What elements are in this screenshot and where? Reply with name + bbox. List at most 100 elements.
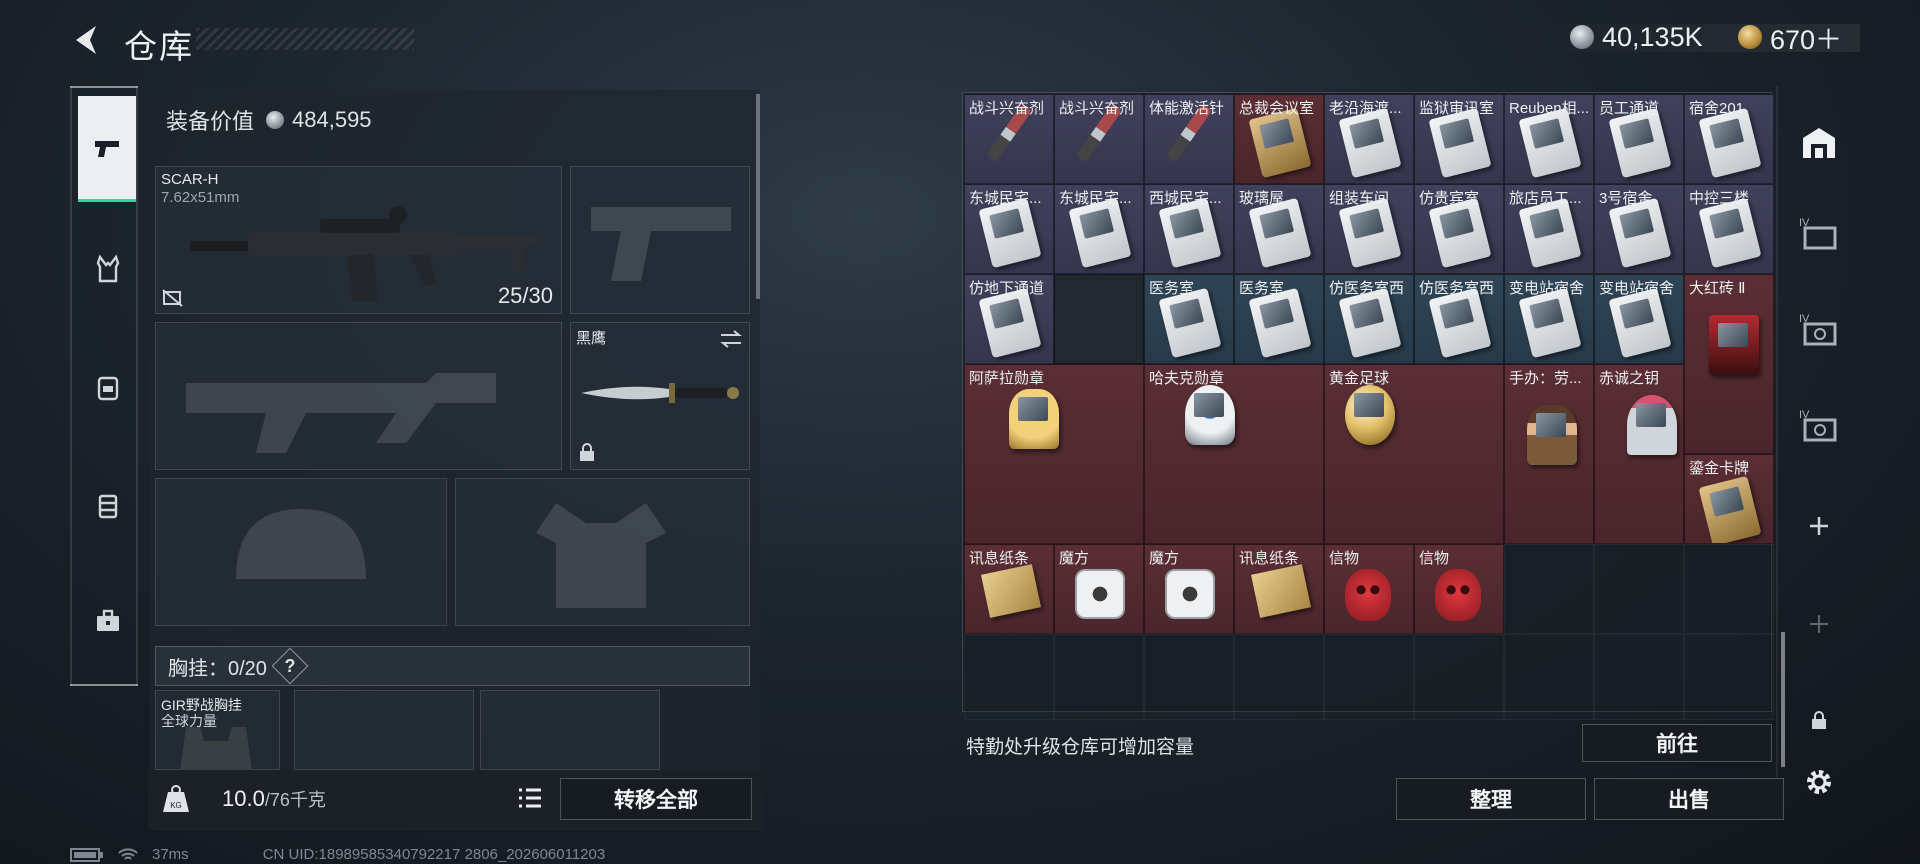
storage-item[interactable]: 仿地下通道 bbox=[964, 274, 1054, 364]
storage-item[interactable]: 魔方 bbox=[1144, 544, 1234, 634]
item-label: 讯息纸条 bbox=[1239, 550, 1300, 567]
item-label: 讯息纸条 bbox=[969, 550, 1030, 567]
storage-item[interactable]: 旅店员工... bbox=[1504, 184, 1594, 274]
lock-tab-icon[interactable] bbox=[1795, 696, 1843, 744]
primary-weapon-slot[interactable]: SCAR-H 7.62x51mm 25/30 bbox=[155, 166, 562, 314]
item-label: 西城民宅... bbox=[1149, 190, 1222, 207]
storage-scrollbar[interactable] bbox=[1781, 632, 1785, 767]
storage-item[interactable]: 信物 bbox=[1414, 544, 1504, 634]
back-arrow-icon[interactable] bbox=[68, 20, 108, 60]
help-icon: ? bbox=[284, 655, 296, 676]
empty-cell bbox=[1684, 544, 1774, 634]
storage-item[interactable]: 老沿海渡... bbox=[1324, 94, 1414, 184]
storage-expansion-3-icon[interactable]: IV bbox=[1795, 402, 1843, 450]
nav-container[interactable] bbox=[80, 474, 136, 536]
rig-pocket-1[interactable] bbox=[294, 690, 474, 770]
storage-item[interactable]: 赤诚之钥 bbox=[1594, 364, 1684, 544]
storage-item[interactable]: 讯息纸条 bbox=[964, 544, 1054, 634]
toolbox-icon bbox=[97, 609, 119, 631]
storage-item[interactable]: 鎏金卡牌 bbox=[1684, 454, 1774, 544]
melee-slot[interactable]: 黑鹰 bbox=[570, 322, 750, 470]
armor-slot[interactable] bbox=[455, 478, 750, 626]
storage-expansion-2-icon[interactable]: IV bbox=[1795, 306, 1843, 354]
storage-item[interactable]: 战斗兴奋剂 bbox=[964, 94, 1054, 184]
storage-item[interactable]: 哈夫克勋章 bbox=[1144, 364, 1324, 544]
wifi-icon bbox=[118, 847, 138, 860]
keycard-icon bbox=[1518, 197, 1582, 269]
settings-gear-icon[interactable] bbox=[1795, 758, 1843, 806]
storage-item[interactable]: 组装车间 bbox=[1324, 184, 1414, 274]
silver-coin-icon bbox=[266, 111, 285, 129]
storage-item[interactable]: 宿舍201 bbox=[1684, 94, 1774, 184]
storage-item[interactable]: 讯息纸条 bbox=[1234, 544, 1324, 634]
transfer-all-button[interactable]: 转移全部 bbox=[560, 778, 752, 820]
storage-item[interactable]: 变电站宿舍 bbox=[1594, 274, 1684, 364]
storage-item[interactable]: 医务室 bbox=[1144, 274, 1234, 364]
helmet-slot[interactable] bbox=[155, 478, 447, 626]
red-brick-item-icon bbox=[1709, 315, 1759, 375]
storage-item[interactable]: 中控三楼 bbox=[1684, 184, 1774, 274]
no-insurance-icon bbox=[162, 289, 183, 307]
storage-item[interactable]: 玻璃屋 bbox=[1234, 184, 1324, 274]
storage-item[interactable]: 员工通道 bbox=[1594, 94, 1684, 184]
storage-item[interactable]: 阿萨拉勋章 bbox=[964, 364, 1144, 544]
nav-armor[interactable] bbox=[80, 238, 136, 300]
keycard-icon bbox=[1248, 107, 1312, 179]
item-label: 仿医务室西 bbox=[1419, 280, 1495, 297]
storage-item[interactable]: 东城民宅... bbox=[964, 184, 1054, 274]
storage-expansion-1-icon[interactable]: IV bbox=[1795, 210, 1843, 258]
warehouse-tab-icon[interactable] bbox=[1795, 120, 1843, 168]
item-label: 变电站宿舍 bbox=[1509, 280, 1585, 297]
storage-item[interactable]: 变电站宿舍 bbox=[1504, 274, 1594, 364]
storage-item[interactable]: 魔方 bbox=[1054, 544, 1144, 634]
gold-currency[interactable]: 670＋ bbox=[1738, 20, 1843, 55]
sort-button[interactable]: 整理 bbox=[1396, 778, 1586, 820]
gold-amount: 670＋ bbox=[1770, 24, 1843, 55]
storage-item[interactable]: 仿医务室西 bbox=[1324, 274, 1414, 364]
empty-cell bbox=[1504, 544, 1594, 634]
add-tab-icon[interactable] bbox=[1795, 502, 1843, 550]
list-icon[interactable] bbox=[516, 786, 544, 810]
silver-currency: 40,135K bbox=[1570, 20, 1703, 54]
storage-item[interactable]: 战斗兴奋剂 bbox=[1054, 94, 1144, 184]
chest-rig-slot[interactable]: GIR野战胸挂 全球力量 bbox=[155, 690, 280, 771]
pistol-placeholder-icon bbox=[591, 207, 731, 281]
storage-item[interactable]: 医务室 bbox=[1234, 274, 1324, 364]
storage-item[interactable]: 监狱审讯室 bbox=[1414, 94, 1504, 184]
empty-cell bbox=[1234, 634, 1324, 720]
storage-item[interactable]: 手办：劳... bbox=[1504, 364, 1594, 544]
storage-item[interactable]: 西城民宅... bbox=[1144, 184, 1234, 274]
gold-coin-icon bbox=[1738, 25, 1762, 49]
item-label: 医务室 bbox=[1239, 280, 1285, 297]
equipment-value-amount: 484,595 bbox=[292, 107, 372, 132]
golden-football-icon bbox=[1345, 385, 1395, 445]
svg-text:KG: KG bbox=[170, 801, 182, 810]
swap-icon[interactable] bbox=[719, 329, 743, 349]
empty-cell bbox=[1324, 634, 1414, 720]
nav-backpack[interactable] bbox=[80, 356, 136, 418]
rubiks-cube-icon bbox=[1075, 569, 1125, 619]
storage-item[interactable]: 黄金足球 bbox=[1324, 364, 1504, 544]
sell-button[interactable]: 出售 bbox=[1594, 778, 1784, 820]
storage-item[interactable]: 信物 bbox=[1324, 544, 1414, 634]
goto-button[interactable]: 前往 bbox=[1582, 724, 1772, 762]
storage-item[interactable]: 大红砖 Ⅱ bbox=[1684, 274, 1774, 454]
equipment-scrollbar[interactable] bbox=[756, 94, 760, 299]
storage-item[interactable]: 仿贵宾室 bbox=[1414, 184, 1504, 274]
storage-item[interactable]: 总裁会议室 bbox=[1234, 94, 1324, 184]
nav-weapons[interactable] bbox=[78, 96, 136, 202]
empty-cell bbox=[964, 634, 1054, 720]
item-label: 东城民宅... bbox=[969, 190, 1042, 207]
storage-item[interactable]: 仿医务室西 bbox=[1414, 274, 1504, 364]
pistol-slot[interactable] bbox=[570, 166, 750, 314]
battery-icon bbox=[70, 847, 103, 862]
item-label: 员工通道 bbox=[1599, 100, 1660, 117]
storage-item[interactable]: 体能激活针 bbox=[1144, 94, 1234, 184]
storage-item[interactable]: 东城民宅... bbox=[1054, 184, 1144, 274]
help-badge[interactable]: ? bbox=[271, 647, 309, 685]
storage-item[interactable]: Reuben相... bbox=[1504, 94, 1594, 184]
storage-item[interactable]: 3号宿舍 bbox=[1594, 184, 1684, 274]
nav-toolbox[interactable] bbox=[80, 590, 136, 652]
secondary-weapon-slot[interactable] bbox=[155, 322, 562, 470]
rig-pocket-2[interactable] bbox=[480, 690, 660, 770]
